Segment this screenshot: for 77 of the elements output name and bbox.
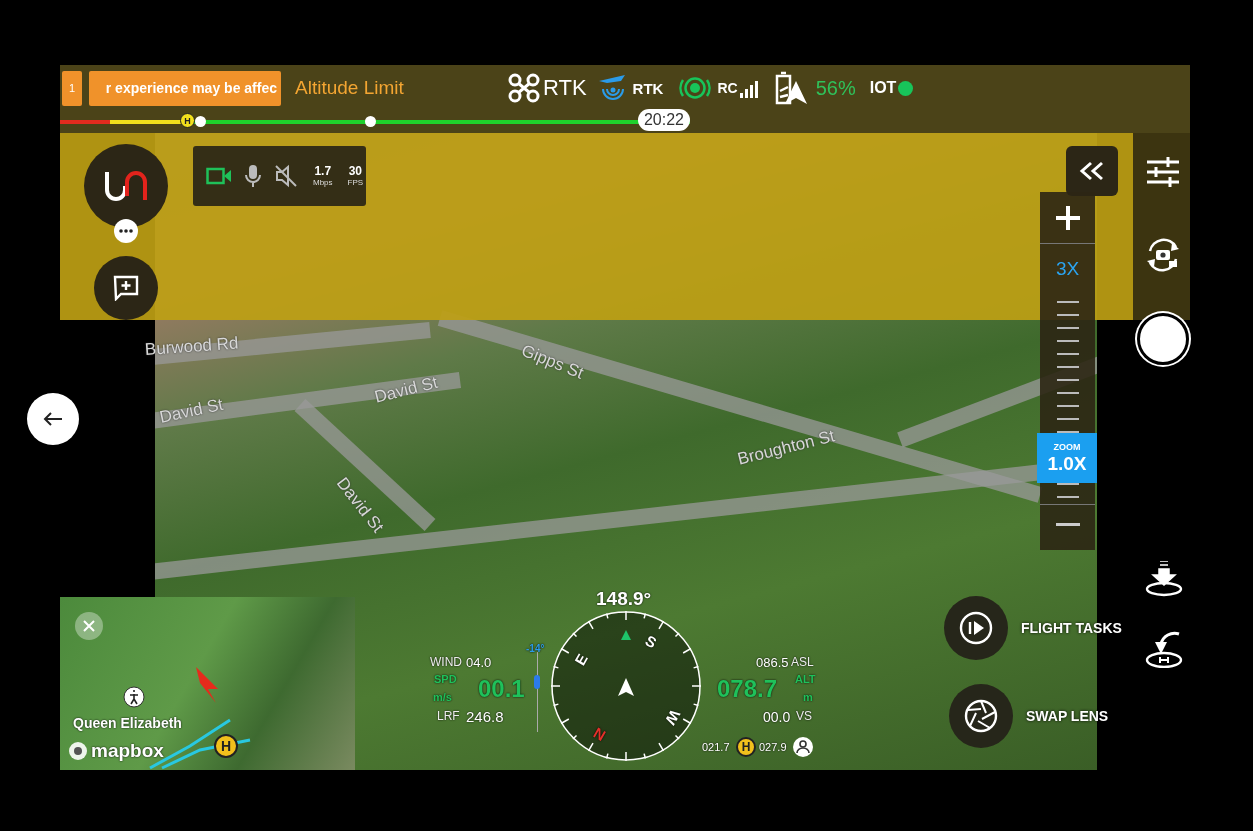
close-button[interactable]: [75, 612, 103, 640]
vertical-speed-label: VS: [796, 710, 812, 722]
minus-icon: [1055, 523, 1080, 526]
speaker-muted-icon[interactable]: [274, 164, 298, 188]
altitude-unit: m: [803, 692, 813, 703]
microphone-icon[interactable]: [244, 164, 262, 188]
gimbal-pitch-value: -14°: [526, 644, 545, 654]
pilot-location-icon: [123, 686, 145, 708]
compass-letter: W: [663, 707, 684, 728]
zoom-level-handle[interactable]: ZOOM 1.0X: [1037, 433, 1097, 483]
more-icon: [119, 229, 133, 233]
compass-letter: S: [642, 632, 660, 651]
altitude-label: ALT: [795, 674, 816, 685]
range-value: 246.8: [466, 709, 504, 724]
home-marker: H: [179, 113, 195, 128]
aircraft-arrow-icon: [618, 678, 634, 696]
back-arrow-icon: [43, 411, 63, 427]
mapbox-logo-icon: [68, 741, 88, 761]
fps-value: 30: [348, 165, 362, 177]
pilot-icon: [792, 736, 814, 758]
action-label: FLIGHT TASKS: [1021, 620, 1122, 636]
range-label: LRF: [437, 710, 460, 722]
fps-unit: FPS: [347, 179, 364, 187]
zoom-max-label: 3X: [1054, 258, 1081, 280]
alert-label: Altitude Limit: [295, 77, 404, 99]
map-place-label: Queen Elizabeth: [73, 715, 182, 731]
bitrate-value: 1.7: [314, 165, 332, 177]
rtk-label: RTK: [543, 75, 587, 101]
return-home-icon: [1145, 630, 1183, 668]
flight-time: 20:22: [638, 109, 690, 131]
wind-value: 04.0: [466, 656, 492, 669]
street-label: David St: [372, 372, 440, 408]
speed-label: SPD: [434, 674, 457, 685]
map-placeholder[interactable]: [60, 597, 355, 770]
wind-label: WIND: [430, 656, 462, 668]
map-attribution: mapbox: [91, 740, 164, 762]
video-camera-icon[interactable]: [206, 166, 232, 186]
plus-icon: [1054, 204, 1081, 231]
battery-icon: [773, 71, 808, 105]
shutter-button[interactable]: [1137, 313, 1189, 365]
street-label: Gipps St: [518, 340, 587, 384]
add-comment-icon: [113, 275, 139, 301]
rtk-label: RTK: [632, 79, 664, 97]
aperture-icon: [964, 699, 998, 733]
logo-icon: [103, 168, 149, 204]
altitude-value: 078.7: [717, 677, 778, 701]
home-distance: 021.7: [702, 742, 730, 753]
home-direction-icon: [621, 630, 631, 640]
vertical-speed-value: 00.0: [763, 710, 791, 724]
iot-label: IOT: [869, 79, 897, 97]
asl-label: ASL: [791, 656, 814, 668]
landing-icon: [1145, 561, 1183, 597]
play-icon: [959, 611, 993, 645]
speed-value: 00.1: [478, 677, 525, 701]
compass-letter: E: [572, 651, 590, 668]
settings-sliders-icon: [1146, 157, 1180, 187]
drone-icon: [508, 73, 540, 103]
close-icon: [83, 620, 95, 632]
action-label: SWAP LENS: [1026, 708, 1109, 724]
double-chevron-icon: [1079, 161, 1105, 181]
street-label: Burwood Rd: [144, 333, 240, 360]
bitrate-unit: Mbps: [313, 179, 333, 187]
warning-count[interactable]: 1: [62, 70, 82, 106]
compass-letter: N: [591, 725, 608, 744]
warning-banner[interactable]: r experience may be affec: [89, 70, 281, 106]
battery-percentage: 56%: [815, 76, 856, 100]
land-button[interactable]: [1143, 559, 1185, 599]
rc-label: RC: [717, 80, 738, 96]
back-button[interactable]: [27, 393, 79, 445]
pilot-distance: 027.9: [759, 742, 787, 753]
collapse-button[interactable]: [1066, 146, 1118, 196]
street-label: David St: [157, 394, 225, 428]
speed-unit: m/s: [433, 692, 452, 703]
street-label: Broughton St: [735, 426, 837, 470]
gimbal-pitch-indicator: [534, 675, 540, 689]
asl-value: 086.5: [756, 656, 789, 669]
heading-value: 148.9°: [596, 589, 652, 608]
